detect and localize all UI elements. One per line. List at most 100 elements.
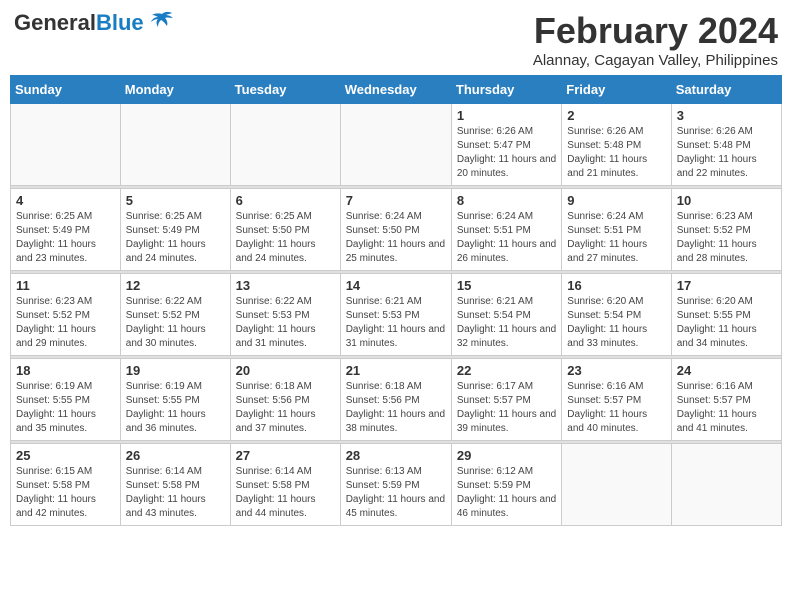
day-number: 25 [16,448,115,463]
day-number: 8 [457,193,556,208]
calendar-cell: 7 Sunrise: 6:24 AM Sunset: 5:50 PM Daylig… [340,189,451,271]
day-info: Sunrise: 6:13 AM Sunset: 5:59 PM Dayligh… [346,465,446,521]
calendar-cell [120,104,230,186]
day-info: Sunrise: 6:12 AM Sunset: 5:59 PM Dayligh… [457,465,556,521]
calendar-table: SundayMondayTuesdayWednesdayThursdayFrid… [10,75,782,526]
calendar-cell: 15Sunrise: 6:21 AM Sunset: 5:54 PM Dayli… [451,274,561,356]
logo: GeneralBlue [14,10,176,36]
day-number: 20 [236,363,335,378]
calendar-cell [562,444,671,526]
day-info: Sunrise: 6:19 AM Sunset: 5:55 PM Dayligh… [16,380,115,436]
weekday-header-sunday: Sunday [11,76,121,104]
day-info: Sunrise: 6:18 AM Sunset: 5:56 PM Dayligh… [236,380,335,436]
day-number: 23 [567,363,665,378]
calendar-cell: 19 Sunrise: 6:19 AM Sunset: 5:55 PM Dayli… [120,359,230,441]
day-number: 6 [236,193,335,208]
day-number: 19 [126,363,225,378]
day-info: Sunrise: 6:20 AM Sunset: 5:54 PM Dayligh… [567,295,665,351]
logo-text: GeneralBlue [14,10,144,36]
week-row-4: 18 Sunrise: 6:19 AM Sunset: 5:55 PM Dayli… [11,359,782,441]
day-info: Sunrise: 6:16 AM Sunset: 5:57 PM Dayligh… [567,380,665,436]
day-info: Sunrise: 6:24 AM Sunset: 5:51 PM Dayligh… [457,210,556,266]
calendar-cell: 8 Sunrise: 6:24 AM Sunset: 5:51 PM Daylig… [451,189,561,271]
day-info: Sunrise: 6:26 AM Sunset: 5:48 PM Dayligh… [567,125,665,181]
day-info: Sunrise: 6:22 AM Sunset: 5:53 PM Dayligh… [236,295,335,351]
day-info: Sunrise: 6:23 AM Sunset: 5:52 PM Dayligh… [677,210,776,266]
day-info: Sunrise: 6:14 AM Sunset: 5:58 PM Dayligh… [126,465,225,521]
day-info: Sunrise: 6:16 AM Sunset: 5:57 PM Dayligh… [677,380,776,436]
day-number: 28 [346,448,446,463]
month-year-title: February 2024 [533,10,778,52]
day-number: 3 [677,108,776,123]
day-info: Sunrise: 6:26 AM Sunset: 5:48 PM Dayligh… [677,125,776,181]
day-info: Sunrise: 6:24 AM Sunset: 5:50 PM Dayligh… [346,210,446,266]
day-info: Sunrise: 6:15 AM Sunset: 5:58 PM Dayligh… [16,465,115,521]
day-number: 2 [567,108,665,123]
calendar-cell: 24 Sunrise: 6:16 AM Sunset: 5:57 PM Dayli… [671,359,781,441]
day-info: Sunrise: 6:25 AM Sunset: 5:49 PM Dayligh… [16,210,115,266]
day-info: Sunrise: 6:17 AM Sunset: 5:57 PM Dayligh… [457,380,556,436]
day-info: Sunrise: 6:20 AM Sunset: 5:55 PM Dayligh… [677,295,776,351]
calendar-cell [340,104,451,186]
day-number: 13 [236,278,335,293]
day-number: 16 [567,278,665,293]
day-info: Sunrise: 6:24 AM Sunset: 5:51 PM Dayligh… [567,210,665,266]
weekday-header-tuesday: Tuesday [230,76,340,104]
day-info: Sunrise: 6:19 AM Sunset: 5:55 PM Dayligh… [126,380,225,436]
calendar-cell: 4 Sunrise: 6:25 AM Sunset: 5:49 PM Daylig… [11,189,121,271]
day-number: 12 [126,278,225,293]
day-info: Sunrise: 6:21 AM Sunset: 5:53 PM Dayligh… [346,295,446,351]
week-row-5: 25 Sunrise: 6:15 AM Sunset: 5:58 PM Dayli… [11,444,782,526]
week-row-2: 4 Sunrise: 6:25 AM Sunset: 5:49 PM Daylig… [11,189,782,271]
calendar-cell: 28 Sunrise: 6:13 AM Sunset: 5:59 PM Dayli… [340,444,451,526]
calendar-cell: 16 Sunrise: 6:20 AM Sunset: 5:54 PM Dayli… [562,274,671,356]
calendar-cell: 20 Sunrise: 6:18 AM Sunset: 5:56 PM Dayli… [230,359,340,441]
calendar-cell: 2 Sunrise: 6:26 AM Sunset: 5:48 PM Daylig… [562,104,671,186]
day-number: 7 [346,193,446,208]
day-info: Sunrise: 6:18 AM Sunset: 5:56 PM Dayligh… [346,380,446,436]
day-number: 29 [457,448,556,463]
calendar-cell: 13 Sunrise: 6:22 AM Sunset: 5:53 PM Dayli… [230,274,340,356]
calendar-cell: 12 Sunrise: 6:22 AM Sunset: 5:52 PM Dayli… [120,274,230,356]
day-number: 26 [126,448,225,463]
weekday-header-saturday: Saturday [671,76,781,104]
calendar-cell: 5Sunrise: 6:25 AM Sunset: 5:49 PM Daylig… [120,189,230,271]
page-header: GeneralBlue February 2024 Alannay, Cagay… [10,10,782,69]
day-number: 1 [457,108,556,123]
weekday-header-row: SundayMondayTuesdayWednesdayThursdayFrid… [11,76,782,104]
weekday-header-monday: Monday [120,76,230,104]
day-number: 17 [677,278,776,293]
calendar-cell: 14 Sunrise: 6:21 AM Sunset: 5:53 PM Dayli… [340,274,451,356]
day-number: 15 [457,278,556,293]
calendar-cell: 29 Sunrise: 6:12 AM Sunset: 5:59 PM Dayli… [451,444,561,526]
day-number: 27 [236,448,335,463]
calendar-cell: 11Sunrise: 6:23 AM Sunset: 5:52 PM Dayli… [11,274,121,356]
calendar-cell: 22 Sunrise: 6:17 AM Sunset: 5:57 PM Dayli… [451,359,561,441]
calendar-cell: 26 Sunrise: 6:14 AM Sunset: 5:58 PM Dayli… [120,444,230,526]
day-number: 4 [16,193,115,208]
calendar-cell: 9 Sunrise: 6:24 AM Sunset: 5:51 PM Daylig… [562,189,671,271]
calendar-cell: 25 Sunrise: 6:15 AM Sunset: 5:58 PM Dayli… [11,444,121,526]
day-info: Sunrise: 6:26 AM Sunset: 5:47 PM Dayligh… [457,125,556,181]
calendar-cell: 1 Sunrise: 6:26 AM Sunset: 5:47 PM Daylig… [451,104,561,186]
weekday-header-wednesday: Wednesday [340,76,451,104]
calendar-cell [230,104,340,186]
calendar-cell: 23 Sunrise: 6:16 AM Sunset: 5:57 PM Dayli… [562,359,671,441]
day-number: 21 [346,363,446,378]
day-info: Sunrise: 6:23 AM Sunset: 5:52 PM Dayligh… [16,295,115,351]
week-row-3: 11Sunrise: 6:23 AM Sunset: 5:52 PM Dayli… [11,274,782,356]
calendar-cell: 10Sunrise: 6:23 AM Sunset: 5:52 PM Dayli… [671,189,781,271]
day-number: 14 [346,278,446,293]
day-number: 22 [457,363,556,378]
weekday-header-thursday: Thursday [451,76,561,104]
day-info: Sunrise: 6:22 AM Sunset: 5:52 PM Dayligh… [126,295,225,351]
calendar-cell [11,104,121,186]
day-number: 9 [567,193,665,208]
calendar-cell: 21 Sunrise: 6:18 AM Sunset: 5:56 PM Dayli… [340,359,451,441]
day-number: 18 [16,363,115,378]
location-subtitle: Alannay, Cagayan Valley, Philippines [533,52,778,69]
day-number: 24 [677,363,776,378]
week-row-1: 1 Sunrise: 6:26 AM Sunset: 5:47 PM Daylig… [11,104,782,186]
calendar-cell: 27Sunrise: 6:14 AM Sunset: 5:58 PM Dayli… [230,444,340,526]
calendar-cell: 17 Sunrise: 6:20 AM Sunset: 5:55 PM Dayli… [671,274,781,356]
